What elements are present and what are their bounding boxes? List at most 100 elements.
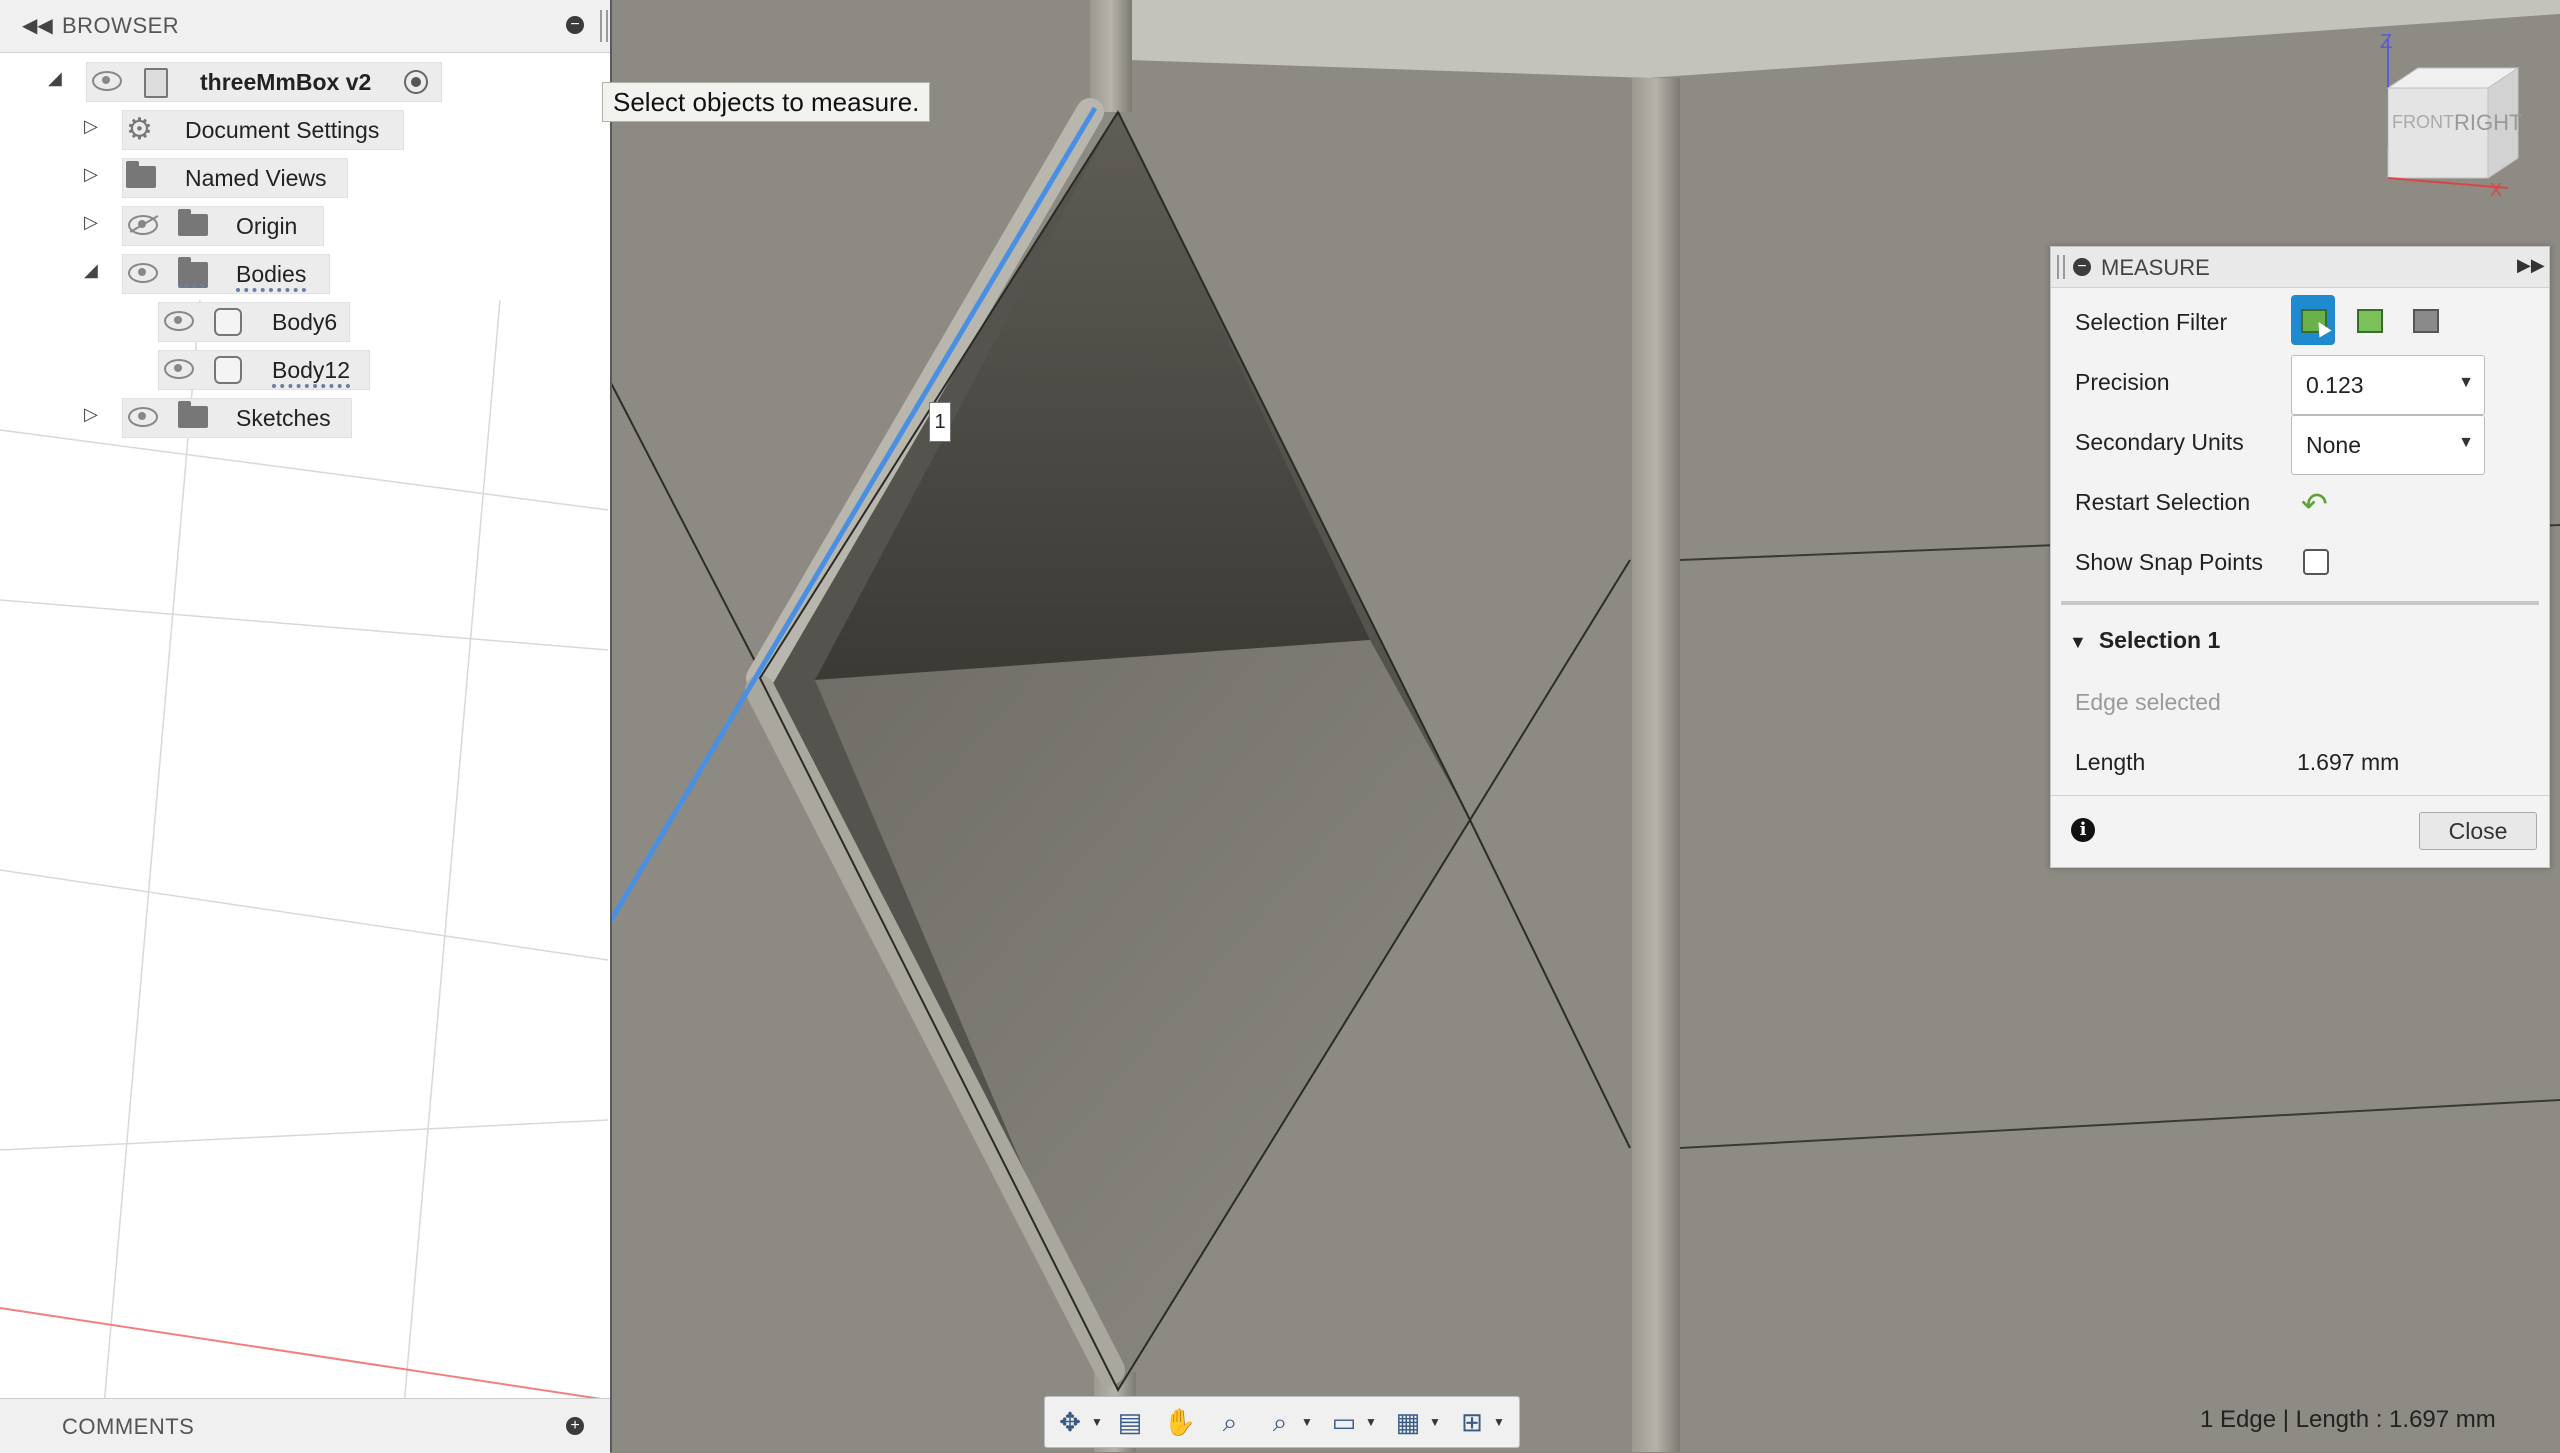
tree-item-label: Body6: [272, 309, 338, 335]
tree-item-named-views[interactable]: ▷ Named Views: [0, 158, 610, 198]
pan-hand-icon[interactable]: ✋: [1163, 1405, 1197, 1439]
measure-footer: i Close: [2051, 795, 2549, 868]
drag-grip-icon[interactable]: [2057, 255, 2065, 279]
viewports-icon[interactable]: ⊞: [1455, 1405, 1489, 1439]
tree-item-body6[interactable]: Body6: [0, 302, 610, 342]
visibility-hidden-eye-icon[interactable]: [128, 215, 158, 235]
precision-dropdown[interactable]: 0.123 ▼: [2291, 355, 2485, 415]
zoom-window-icon[interactable]: ⌕: [1263, 1405, 1297, 1439]
collapse-panel-icon[interactable]: ◀◀: [22, 13, 53, 38]
expand-arrows-icon[interactable]: ▶▶: [2517, 255, 2545, 276]
body-icon: [214, 308, 242, 336]
tree-item-origin[interactable]: ▷ Origin: [0, 206, 610, 246]
info-icon[interactable]: i: [2071, 818, 2095, 842]
body-filter-icon: [2357, 309, 2383, 333]
chevron-down-icon: ▼: [2458, 374, 2474, 391]
chevron-down-icon: ▼: [2458, 434, 2474, 451]
restart-undo-icon[interactable]: ↶: [2301, 485, 2328, 523]
selection-1-header[interactable]: ▼ Selection 1: [2069, 627, 2220, 654]
measure-tooltip: Select objects to measure.: [602, 82, 931, 122]
status-bar-text: 1 Edge | Length : 1.697 mm: [2200, 1406, 2496, 1433]
tree-item-body12[interactable]: Body12: [0, 350, 610, 390]
selection-filter-label: Selection Filter: [2075, 309, 2228, 335]
folder-icon: [178, 401, 208, 428]
tree-item-label: threeMmBox v2: [200, 69, 372, 95]
chevron-down-icon[interactable]: ▼: [1091, 1415, 1103, 1429]
chevron-down-icon[interactable]: ▼: [1301, 1415, 1313, 1429]
secondary-units-label: Secondary Units: [2075, 429, 2244, 455]
filter-component-button[interactable]: [2403, 295, 2447, 345]
tree-item-label: Named Views: [185, 165, 327, 191]
front-face-label[interactable]: FRONT: [2392, 112, 2454, 132]
measure-header[interactable]: − MEASURE ▶▶: [2051, 247, 2549, 288]
divider: [2061, 601, 2539, 605]
folder-icon: [126, 161, 156, 188]
visibility-eye-icon[interactable]: [164, 311, 194, 331]
folder-icon: [178, 209, 208, 236]
z-axis-label: Z: [2380, 31, 2392, 53]
expanded-triangle-icon[interactable]: ◢: [48, 68, 62, 89]
component-filter-icon: [2413, 309, 2439, 333]
collapsed-triangle-icon[interactable]: ▷: [84, 404, 98, 425]
close-button[interactable]: Close: [2419, 812, 2537, 850]
tree-item-label: Sketches: [236, 405, 331, 431]
measure-dialog: − MEASURE ▶▶ Selection Filter Precision …: [2050, 246, 2550, 868]
secondary-units-value: None: [2306, 432, 2361, 458]
x-axis-label: X: [2490, 180, 2502, 198]
tree-item-label: Origin: [236, 213, 298, 239]
minimize-icon[interactable]: −: [2073, 258, 2091, 276]
length-value: 1.697 mm: [2297, 749, 2400, 775]
collapsed-triangle-icon[interactable]: ▷: [84, 212, 98, 233]
selection-header-label: Selection 1: [2098, 627, 2221, 653]
collapse-triangle-icon: ▼: [2069, 632, 2087, 652]
comments-panel[interactable]: COMMENTS +: [0, 1398, 610, 1453]
selection-point-label: 1: [929, 402, 951, 442]
visibility-eye-icon[interactable]: [128, 407, 158, 427]
precision-value: 0.123: [2306, 372, 2364, 398]
zoom-icon[interactable]: ⌕: [1213, 1405, 1247, 1439]
show-snap-points-checkbox[interactable]: [2303, 549, 2329, 575]
browser-panel: ◀◀ BROWSER − ◢ threeMmBox v2 ▷ ⚙ Documen…: [0, 0, 612, 1453]
activate-radio-icon[interactable]: [404, 70, 428, 94]
add-comment-icon[interactable]: +: [566, 1417, 584, 1435]
tree-item-bodies[interactable]: ◢ Bodies: [0, 254, 610, 294]
display-settings-icon[interactable]: ▭: [1327, 1405, 1361, 1439]
visibility-eye-icon[interactable]: [92, 71, 122, 91]
tree-item-label: Bodies: [236, 261, 307, 292]
right-face-label[interactable]: RIGHT: [2454, 110, 2522, 135]
collapsed-triangle-icon[interactable]: ▷: [84, 164, 98, 185]
visibility-eye-icon[interactable]: [128, 263, 158, 283]
gear-icon: ⚙: [126, 113, 153, 146]
tree-item-label: Body12: [272, 357, 351, 388]
navigation-toolbar: ✥ ▼ ▤ ✋ ⌕ ⌕ ▼ ▭ ▼ ▦ ▼ ⊞ ▼: [1044, 1396, 1520, 1448]
component-icon: [144, 68, 168, 98]
filter-body-button[interactable]: [2347, 295, 2391, 345]
tree-item-document-settings[interactable]: ▷ ⚙ Document Settings: [0, 110, 610, 150]
collapsed-triangle-icon[interactable]: ▷: [84, 116, 98, 137]
chevron-down-icon[interactable]: ▼: [1365, 1415, 1377, 1429]
edge-selected-text: Edge selected: [2075, 689, 2221, 715]
folder-icon: [178, 257, 208, 288]
browser-title: BROWSER: [62, 13, 180, 38]
secondary-units-dropdown[interactable]: None ▼: [2291, 415, 2485, 475]
browser-header: ◀◀ BROWSER −: [0, 0, 610, 53]
orbit-icon[interactable]: ✥: [1053, 1405, 1087, 1439]
show-snap-points-label: Show Snap Points: [2075, 549, 2263, 575]
precision-label: Precision: [2075, 369, 2170, 395]
body-icon: [214, 356, 242, 384]
look-at-icon[interactable]: ▤: [1113, 1405, 1147, 1439]
tree-item-label: Document Settings: [185, 117, 380, 143]
restart-selection-label: Restart Selection: [2075, 489, 2251, 515]
visibility-eye-icon[interactable]: [164, 359, 194, 379]
tree-item-sketches[interactable]: ▷ Sketches: [0, 398, 610, 438]
resize-grip-icon[interactable]: [600, 10, 608, 42]
chevron-down-icon[interactable]: ▼: [1429, 1415, 1441, 1429]
chevron-down-icon[interactable]: ▼: [1493, 1415, 1505, 1429]
filter-face-button[interactable]: [2291, 295, 2335, 345]
minimize-icon[interactable]: −: [566, 16, 584, 34]
length-label: Length: [2075, 749, 2146, 775]
tree-item-root[interactable]: ◢ threeMmBox v2: [0, 62, 610, 102]
grid-settings-icon[interactable]: ▦: [1391, 1405, 1425, 1439]
viewcube[interactable]: Z FRONT RIGHT X: [2358, 28, 2538, 200]
expanded-triangle-icon[interactable]: ◢: [84, 260, 98, 281]
